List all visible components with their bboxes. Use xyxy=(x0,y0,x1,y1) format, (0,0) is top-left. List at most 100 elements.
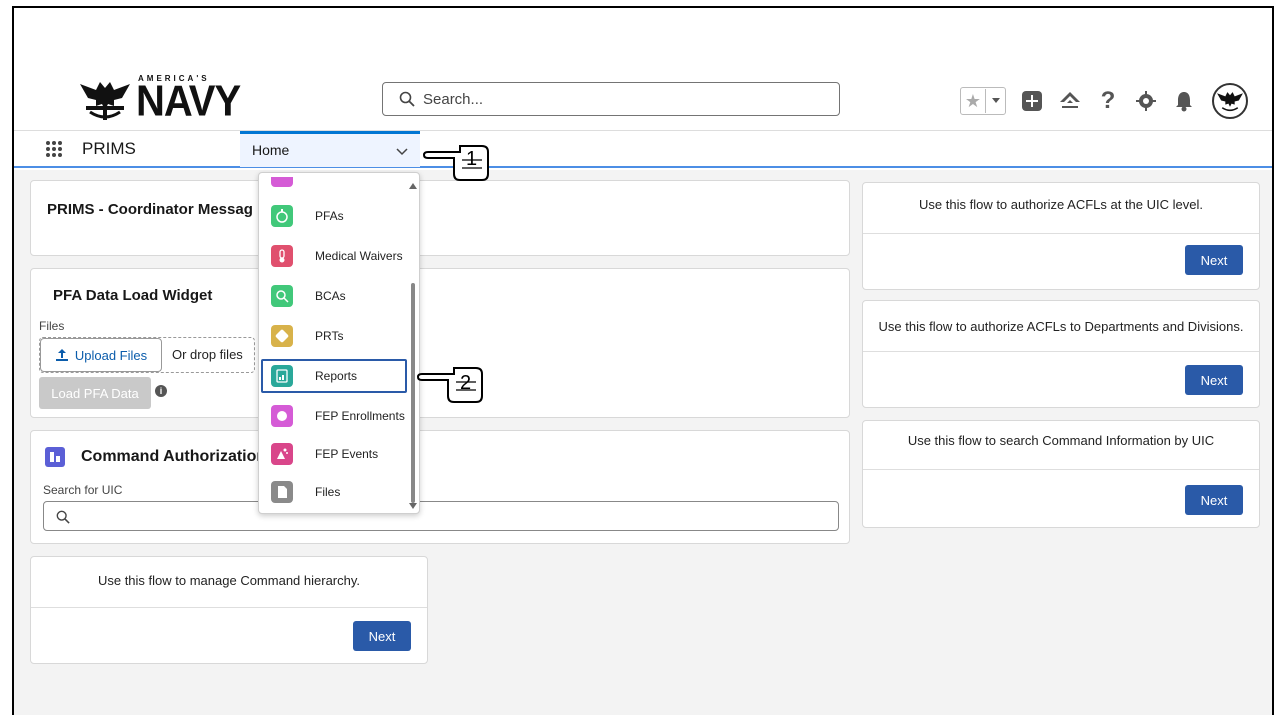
thermometer-icon xyxy=(271,245,293,267)
menu-item-partial[interactable] xyxy=(271,177,293,187)
menu-item-prts[interactable]: PRTs xyxy=(271,323,343,349)
global-header: AMERICA'S NAVY Search... ★ ? xyxy=(14,8,1272,130)
flow-description: Use this flow to manage Command hierarch… xyxy=(97,573,361,588)
fep-event-icon xyxy=(271,443,293,465)
command-hierarchy-flow-card: Use this flow to manage Command hierarch… xyxy=(30,556,428,664)
divider xyxy=(863,351,1259,352)
menu-item-label: Reports xyxy=(315,369,358,383)
divider xyxy=(31,607,427,608)
upload-files-label: Upload Files xyxy=(74,347,148,363)
menu-item-bcas[interactable]: BCAs xyxy=(271,283,346,309)
menu-item-fep-events[interactable]: FEP Events xyxy=(271,441,378,467)
scroll-down-icon[interactable] xyxy=(409,503,417,509)
nav-menu-dropdown[interactable] xyxy=(390,140,414,164)
menu-item-fep-enrollments[interactable]: FEP Enrollments xyxy=(271,403,405,429)
menu-scrollbar[interactable] xyxy=(411,283,415,503)
chevron-down-icon xyxy=(396,148,408,156)
callout-pointer-1: 1 xyxy=(422,130,502,186)
pointing-hand-icon xyxy=(416,367,483,403)
divider xyxy=(863,469,1259,470)
menu-item-label: FEP Enrollments xyxy=(315,409,405,423)
info-icon[interactable]: i xyxy=(155,385,167,397)
menu-item-label: Medical Waivers xyxy=(315,249,403,263)
navy-logo: AMERICA'S NAVY xyxy=(78,72,248,126)
flow-description: Use this flow to search Command Informat… xyxy=(907,433,1215,448)
card-title: Command Authorizatior xyxy=(81,448,263,465)
callout-pointer-2: 2 xyxy=(416,352,496,408)
menu-item-label: BCAs xyxy=(315,289,346,303)
pointing-hand-icon xyxy=(422,145,489,181)
menu-item-label: PRTs xyxy=(315,329,344,343)
search-command-flow-card: Use this flow to search Command Informat… xyxy=(862,420,1260,528)
add-icon[interactable] xyxy=(1020,89,1044,113)
next-label: Next xyxy=(1200,252,1228,268)
eagle-icon xyxy=(80,82,130,120)
callout-number: 2 xyxy=(460,372,472,394)
menu-item-label: Files xyxy=(315,485,341,499)
avatar[interactable] xyxy=(1212,83,1248,119)
bca-icon xyxy=(271,285,293,307)
fep-enrollment-icon xyxy=(271,405,293,427)
search-placeholder: Search... xyxy=(423,90,484,108)
favorites-dropdown[interactable] xyxy=(985,89,1005,113)
menu-item-files[interactable]: Files xyxy=(271,479,340,505)
files-label: Files xyxy=(39,319,65,333)
load-pfa-data-button[interactable]: Load PFA Data xyxy=(39,377,151,409)
uic-search-label: Search for UIC xyxy=(43,483,123,497)
uic-search-input[interactable] xyxy=(43,501,839,531)
app-name: PRIMS xyxy=(82,139,136,158)
authorize-uic-flow-card: Use this flow to authorize ACFLs at the … xyxy=(862,182,1260,290)
scroll-up-icon[interactable] xyxy=(409,183,417,189)
bell-icon[interactable] xyxy=(1172,89,1196,113)
card-title: PRIMS - Coordinator Messag xyxy=(47,201,253,218)
gear-icon[interactable] xyxy=(1134,89,1158,113)
search-icon xyxy=(399,91,415,107)
menu-item-pfas[interactable]: PFAs xyxy=(271,203,344,229)
divider xyxy=(863,233,1259,234)
next-button[interactable]: Next xyxy=(1185,365,1243,395)
next-button[interactable]: Next xyxy=(1185,245,1243,275)
pfa-icon xyxy=(271,205,293,227)
help-icon[interactable]: ? xyxy=(1096,87,1120,114)
command-authorization-card: Command Authorizatior Search for UIC xyxy=(30,430,850,544)
trailhead-icon[interactable] xyxy=(1058,89,1082,113)
header-actions: ★ ? xyxy=(960,83,1248,119)
tab-home[interactable]: Home xyxy=(240,131,420,167)
report-icon xyxy=(271,365,293,387)
page-content: PRIMS - Coordinator Messag PFA Data Load… xyxy=(14,170,1272,715)
next-button[interactable]: Next xyxy=(353,621,411,651)
favorites-button[interactable]: ★ xyxy=(960,87,1006,115)
file-icon xyxy=(271,481,293,503)
app-navigation-bar: PRIMS Home xyxy=(14,130,1272,168)
next-label: Next xyxy=(1200,492,1228,508)
callout-number: 1 xyxy=(466,148,478,170)
tab-home-label: Home xyxy=(252,142,290,158)
card-title: PFA Data Load Widget xyxy=(53,287,213,304)
menu-item-label: PFAs xyxy=(315,209,344,223)
logo-wordmark: NAVY xyxy=(136,76,241,126)
load-pfa-data-label: Load PFA Data xyxy=(51,385,139,401)
drop-files-label: Or drop files xyxy=(172,347,243,362)
next-label: Next xyxy=(1200,372,1228,388)
eagle-icon xyxy=(1217,92,1243,112)
authorize-departments-flow-card: Use this flow to authorize ACFLs to Depa… xyxy=(862,300,1260,408)
flow-description: Use this flow to authorize ACFLs at the … xyxy=(919,197,1203,212)
next-button[interactable]: Next xyxy=(1185,485,1243,515)
star-icon[interactable]: ★ xyxy=(961,91,985,112)
navigation-menu-dropdown: PFAs Medical Waivers BCAs PRTs Reports F… xyxy=(258,172,420,514)
global-search-input[interactable]: Search... xyxy=(382,82,840,116)
chevron-down-icon xyxy=(991,98,1000,103)
prt-icon xyxy=(271,325,293,347)
next-label: Next xyxy=(368,628,396,644)
menu-item-reports[interactable]: Reports xyxy=(271,363,357,389)
search-icon xyxy=(56,510,70,524)
flow-description: Use this flow to authorize ACFLs to Depa… xyxy=(878,319,1244,334)
command-authorization-icon xyxy=(45,447,65,467)
app-launcher-icon[interactable] xyxy=(46,141,62,157)
upload-files-button[interactable]: Upload Files xyxy=(40,338,162,372)
app-window: AMERICA'S NAVY Search... ★ ? PRIMS Home … xyxy=(12,6,1274,715)
file-drop-zone[interactable]: Upload Files Or drop files xyxy=(39,337,255,373)
coordinator-messages-card: PRIMS - Coordinator Messag xyxy=(30,180,850,256)
menu-item-label: FEP Events xyxy=(315,447,379,461)
menu-item-medical-waivers[interactable]: Medical Waivers xyxy=(271,243,403,269)
